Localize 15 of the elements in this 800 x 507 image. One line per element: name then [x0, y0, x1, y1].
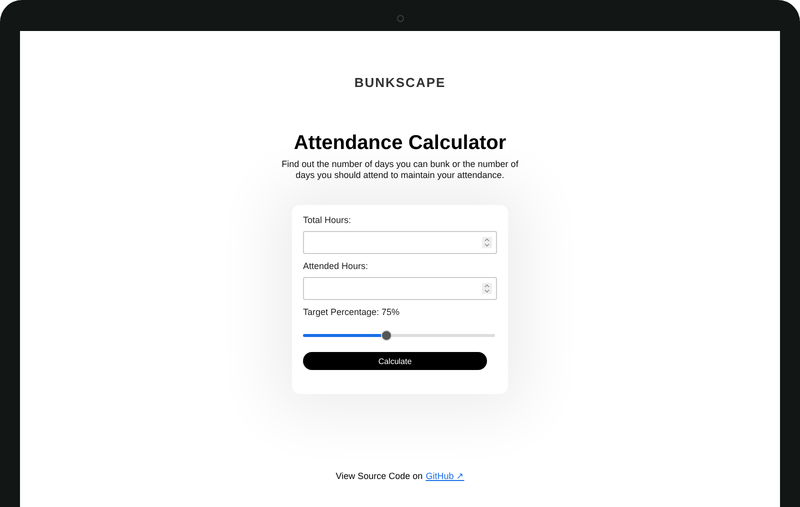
- slider-label: Target Percentage: 75%: [303, 307, 401, 317]
- spinner-icon[interactable]: [482, 237, 492, 248]
- slider-thumb[interactable]: [380, 330, 392, 341]
- github-link[interactable]: GitHub ↗: [426, 471, 464, 481]
- number-field[interactable]: [303, 277, 497, 300]
- camera-icon: [397, 15, 404, 22]
- spinner-icon[interactable]: [482, 283, 492, 294]
- logo: BUNKSCAPE: [354, 75, 446, 90]
- calculate-button[interactable]: Calculate: [303, 352, 487, 370]
- subtitle: Find out the number of days you can bunk or the number of days you should attend to maintain your attendance.: [280, 159, 520, 181]
- footer-text: View Source Code on: [336, 471, 423, 481]
- number-field[interactable]: [303, 231, 497, 254]
- field-label: Total Hours:: [303, 215, 352, 225]
- field-label: Attended Hours:: [303, 261, 370, 271]
- page-title: Attendance Calculator: [294, 132, 506, 155]
